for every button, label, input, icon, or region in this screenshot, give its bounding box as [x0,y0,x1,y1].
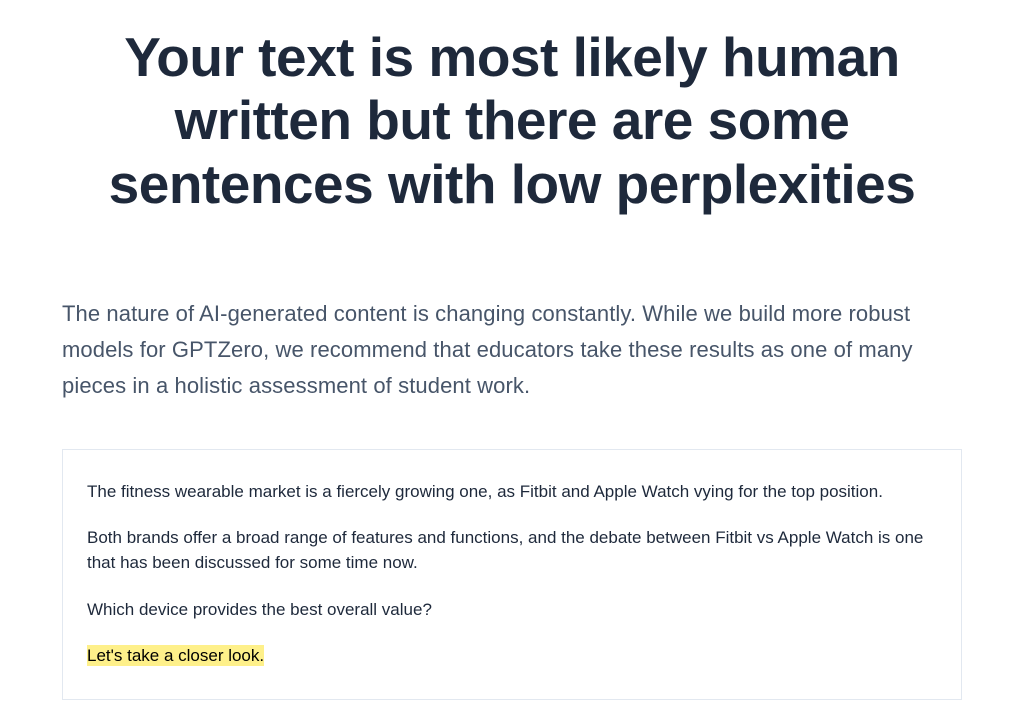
low-perplexity-highlight: Let's take a closer look. [87,645,264,666]
analyzed-paragraph: Both brands offer a broad range of featu… [87,526,937,575]
result-description: The nature of AI-generated content is ch… [62,296,962,405]
analyzed-paragraph-highlighted: Let's take a closer look. [87,644,937,669]
analyzed-paragraph: The fitness wearable market is a fiercel… [87,480,937,505]
analyzed-paragraph: Which device provides the best overall v… [87,598,937,623]
result-headline: Your text is most likely human written b… [62,26,962,216]
analyzed-text-box: The fitness wearable market is a fiercel… [62,449,962,700]
